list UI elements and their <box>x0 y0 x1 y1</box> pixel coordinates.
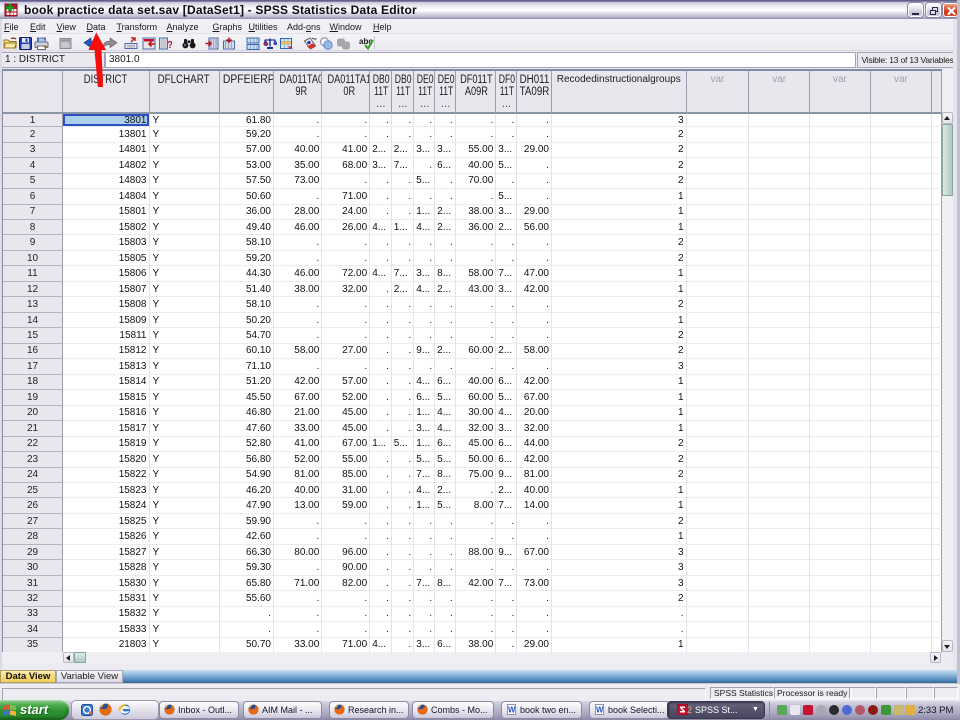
svg-text:?: ? <box>167 40 172 50</box>
svg-text:W: W <box>508 705 516 714</box>
svg-text:W: W <box>596 705 604 714</box>
